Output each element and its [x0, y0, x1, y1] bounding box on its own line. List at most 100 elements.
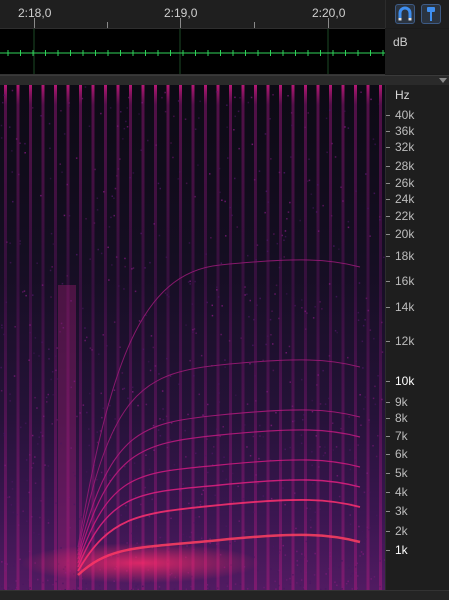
noise-speckle [233, 129, 235, 131]
noise-speckle [270, 319, 272, 321]
noise-speckle [255, 400, 257, 402]
noise-speckle [351, 503, 353, 505]
noise-speckle [340, 187, 342, 189]
noise-speckle [18, 524, 20, 526]
noise-speckle [9, 393, 11, 395]
noise-speckle [303, 557, 305, 559]
noise-speckle [135, 586, 137, 588]
noise-speckle [253, 319, 255, 321]
noise-speckle [270, 334, 272, 336]
noise-speckle [379, 216, 381, 218]
noise-speckle [368, 529, 370, 531]
transient-column [142, 85, 145, 590]
noise-speckle [289, 578, 291, 580]
noise-speckle [253, 512, 255, 514]
horseshoe-magnet-icon [396, 5, 414, 23]
time-ruler[interactable]: 2:18,0 2:19,0 2:20,0 [0, 0, 385, 29]
noise-speckle [337, 475, 339, 477]
noise-speckle [116, 256, 118, 258]
noise-speckle [218, 296, 220, 298]
pin-button[interactable] [421, 4, 441, 24]
noise-speckle [199, 516, 201, 518]
noise-speckle [33, 463, 35, 465]
noise-speckle [52, 394, 54, 396]
noise-speckle [379, 103, 381, 105]
noise-speckle [355, 361, 357, 363]
noise-speckle [22, 291, 24, 293]
noise-speckle [161, 536, 163, 538]
noise-speckle [61, 323, 63, 325]
noise-speckle [277, 560, 279, 562]
noise-speckle [355, 484, 357, 486]
noise-speckle [29, 551, 31, 553]
waveform-panel[interactable] [0, 29, 385, 75]
noise-speckle [199, 101, 201, 103]
noise-speckle [174, 464, 176, 466]
noise-speckle [86, 337, 88, 339]
noise-speckle [284, 172, 286, 174]
noise-speckle [197, 164, 199, 166]
noise-speckle [48, 358, 50, 360]
noise-speckle [165, 292, 167, 294]
noise-speckle [356, 563, 358, 565]
noise-speckle [147, 140, 149, 142]
noise-speckle [11, 150, 13, 152]
noise-speckle [342, 200, 344, 202]
noise-speckle [182, 506, 184, 508]
noise-speckle [337, 332, 339, 334]
noise-speckle [19, 243, 21, 245]
noise-speckle [183, 534, 185, 536]
noise-speckle [226, 479, 228, 481]
noise-speckle [135, 291, 137, 293]
noise-speckle [34, 456, 36, 458]
noise-speckle [189, 536, 191, 538]
noise-speckle [213, 446, 215, 448]
noise-speckle [86, 471, 88, 473]
noise-speckle [329, 355, 331, 357]
noise-speckle [119, 347, 121, 349]
noise-speckle [291, 112, 293, 114]
noise-speckle [297, 564, 299, 566]
noise-speckle [366, 473, 368, 475]
noise-speckle [94, 222, 96, 224]
transient-column [129, 85, 132, 590]
noise-speckle [159, 235, 161, 237]
noise-speckle [76, 157, 78, 159]
noise-speckle [19, 143, 21, 145]
noise-speckle [37, 443, 39, 445]
noise-speckle [6, 302, 8, 304]
noise-speckle [26, 480, 28, 482]
noise-speckle [159, 586, 161, 588]
noise-speckle [24, 290, 26, 292]
noise-speckle [81, 516, 83, 518]
noise-speckle [323, 455, 325, 457]
noise-speckle [356, 587, 358, 589]
noise-speckle [117, 586, 119, 588]
noise-speckle [6, 563, 8, 565]
noise-speckle [136, 520, 138, 522]
frequency-label: 2k [395, 524, 408, 538]
noise-speckle [90, 347, 92, 349]
noise-speckle [263, 587, 265, 589]
noise-speckle [127, 107, 129, 109]
noise-speckle [44, 464, 46, 466]
collapse-arrow-icon[interactable] [439, 78, 447, 83]
noise-speckle [160, 188, 162, 190]
noise-speckle [1, 390, 3, 392]
noise-speckle [231, 215, 233, 217]
magnet-button[interactable] [395, 4, 415, 24]
noise-speckle [166, 416, 168, 418]
frequency-tick [386, 131, 390, 132]
noise-speckle [276, 285, 278, 287]
transient-column [154, 85, 157, 590]
noise-speckle [121, 541, 123, 543]
noise-speckle [348, 227, 350, 229]
noise-speckle [101, 417, 103, 419]
noise-speckle [277, 243, 279, 245]
spectral-frequency-display[interactable] [0, 85, 385, 590]
noise-speckle [372, 445, 374, 447]
noise-speckle [248, 102, 250, 104]
noise-speckle [365, 173, 367, 175]
noise-speckle [368, 419, 370, 421]
noise-speckle [85, 583, 87, 585]
